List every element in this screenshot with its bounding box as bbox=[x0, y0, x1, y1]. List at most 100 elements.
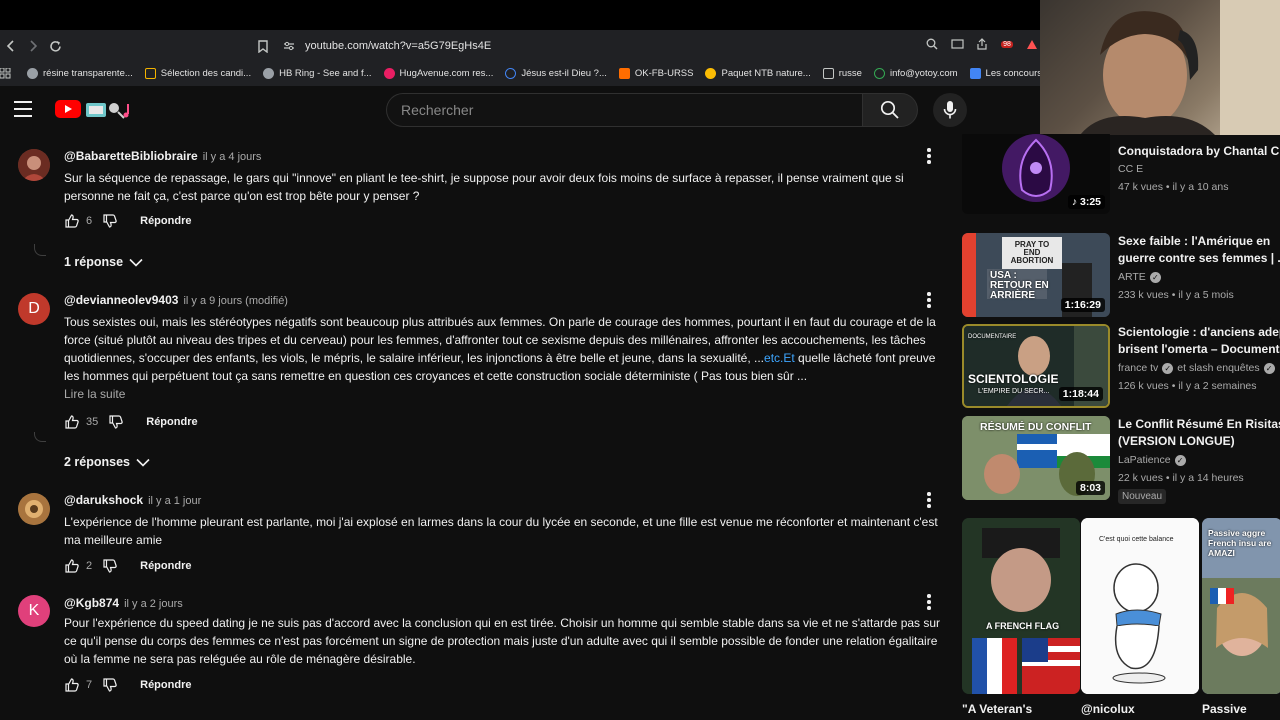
avatar[interactable] bbox=[18, 149, 50, 181]
verified-icon: ✓ bbox=[1263, 362, 1275, 374]
channel-text: CC E bbox=[1118, 163, 1144, 175]
avatar[interactable]: D bbox=[18, 293, 50, 325]
video-title[interactable]: Scientologie : d'anciens adept brisent l… bbox=[1118, 324, 1280, 358]
comment-time[interactable]: il y a 4 jours bbox=[203, 151, 262, 163]
dislike-button[interactable] bbox=[108, 414, 124, 430]
bookmark-item[interactable]: Sélection des candi... bbox=[144, 67, 252, 79]
video-thumbnail[interactable]: PRAY TO END ABORTION USA : RETOUR EN ARR… bbox=[962, 233, 1110, 317]
bookmark-label: russe bbox=[838, 67, 862, 79]
comment-text: L'expérience de l'homme pleurant est par… bbox=[64, 515, 938, 547]
video-title-line: Le Conflit Résumé En Risitas. bbox=[1118, 417, 1280, 431]
like-button[interactable] bbox=[64, 414, 80, 430]
like-button[interactable] bbox=[64, 213, 80, 229]
like-button[interactable] bbox=[64, 558, 80, 574]
bookmark-item[interactable]: russe bbox=[822, 67, 862, 79]
search-input[interactable] bbox=[401, 102, 863, 118]
short-title[interactable]: "A Veteran's bbox=[962, 702, 1032, 716]
video-thumbnail[interactable]: RÉSUMÉ DU CONFLIT 8:03 bbox=[962, 416, 1110, 500]
video-title[interactable]: Sexe faible : l'Amérique en guerre contr… bbox=[1118, 233, 1280, 267]
dislike-button[interactable] bbox=[102, 558, 118, 574]
short-item[interactable]: A FRENCH FLAG bbox=[962, 518, 1080, 694]
bookmarks-bar: résine transparente... Sélection des can… bbox=[0, 62, 1040, 84]
search-box[interactable] bbox=[386, 93, 863, 127]
read-more-button[interactable]: Lire la suite bbox=[64, 387, 125, 401]
comment-author[interactable]: @devianneolev9403 bbox=[64, 293, 178, 307]
youtube-header bbox=[0, 86, 1040, 134]
video-thumbnail[interactable]: ♪ 3:25 bbox=[962, 134, 1110, 214]
bookmark-item[interactable]: Jésus est-il Dieu ?... bbox=[505, 67, 607, 79]
comment-link[interactable]: etc.Et bbox=[764, 351, 795, 365]
show-replies-button[interactable]: 1 réponse bbox=[64, 255, 143, 269]
related-video-item[interactable]: PRAY TO END ABORTION USA : RETOUR EN ARR… bbox=[962, 233, 1280, 319]
channel-name[interactable]: CC E bbox=[1118, 163, 1143, 175]
short-title[interactable]: Passive bbox=[1202, 702, 1247, 716]
comment-more-button[interactable] bbox=[920, 593, 938, 611]
bookmark-item[interactable]: résine transparente... bbox=[27, 67, 133, 79]
forward-button[interactable] bbox=[22, 35, 44, 57]
reply-button[interactable]: Répondre bbox=[140, 679, 191, 691]
thumbs-down-icon bbox=[103, 214, 117, 228]
video-title[interactable]: Conquistadora by Chantal Cla bbox=[1118, 143, 1280, 160]
short-thumbnail-text: Passive aggre French insu are AMAZI bbox=[1208, 528, 1272, 558]
comment-more-button[interactable] bbox=[920, 147, 938, 165]
bookmark-star-button[interactable] bbox=[252, 35, 274, 57]
avatar[interactable] bbox=[18, 493, 50, 525]
address-bar-icons: 98 bbox=[924, 36, 1040, 52]
comment-more-button[interactable] bbox=[920, 291, 938, 309]
reply-button[interactable]: Répondre bbox=[140, 215, 191, 227]
bookmark-label: Sélection des candi... bbox=[160, 67, 252, 79]
doodle-logo-icon[interactable] bbox=[84, 100, 136, 120]
share-icon[interactable] bbox=[974, 36, 990, 52]
bookmark-label: résine transparente... bbox=[43, 67, 133, 79]
cast-icon[interactable] bbox=[949, 36, 965, 52]
related-video-item[interactable]: RÉSUMÉ DU CONFLIT 8:03 Le Conflit Résumé… bbox=[962, 416, 1280, 504]
reply-button[interactable]: Répondre bbox=[146, 416, 197, 428]
back-button[interactable] bbox=[0, 35, 22, 57]
video-meta: 233 k vues • il y a 5 mois bbox=[1118, 289, 1234, 301]
thumbs-up-icon bbox=[65, 559, 79, 573]
bookmark-item[interactable]: info@yotoy.com bbox=[873, 67, 958, 79]
comment-time[interactable]: il y a 2 jours bbox=[124, 598, 183, 610]
video-thumbnail[interactable]: DOCUMENTAIRE SCIENTOLOGIE L'EMPIRE DU SE… bbox=[962, 324, 1110, 408]
comment-author[interactable]: @darukshock bbox=[64, 493, 143, 507]
reply-button[interactable]: Répondre bbox=[140, 560, 191, 572]
site-settings-icon[interactable] bbox=[283, 41, 295, 51]
apps-grid-icon[interactable] bbox=[0, 65, 11, 81]
guide-menu-button[interactable] bbox=[12, 98, 34, 120]
reload-button[interactable] bbox=[44, 35, 66, 57]
voice-search-button[interactable] bbox=[933, 93, 967, 127]
video-title[interactable]: Le Conflit Résumé En Risitas. (VERSION L… bbox=[1118, 416, 1280, 450]
related-video-item[interactable]: DOCUMENTAIRE SCIENTOLOGIE L'EMPIRE DU SE… bbox=[962, 324, 1280, 410]
bookmark-item[interactable]: Paquet NTB nature... bbox=[705, 67, 811, 79]
comment-author[interactable]: @Kgb874 bbox=[64, 596, 119, 610]
zoom-icon[interactable] bbox=[924, 36, 940, 52]
comment-time[interactable]: il y a 1 jour bbox=[148, 495, 201, 507]
short-item[interactable]: C'est quoi cette balance bbox=[1081, 518, 1199, 694]
channel-name[interactable]: france tv ✓ et slash enquêtes ✓ bbox=[1118, 362, 1275, 374]
short-item[interactable]: Passive aggre French insu are AMAZI bbox=[1202, 518, 1280, 694]
dislike-button[interactable] bbox=[102, 213, 118, 229]
avatar-image bbox=[18, 149, 50, 181]
bookmark-item[interactable]: HB Ring - See and f... bbox=[263, 67, 372, 79]
extension-triangle-icon[interactable] bbox=[1024, 36, 1040, 52]
channel-name[interactable]: LaPatience ✓ bbox=[1118, 454, 1186, 466]
comment-author[interactable]: @BabaretteBibliobraire bbox=[64, 149, 198, 163]
bookmark-item[interactable]: Les concours d'aute... bbox=[969, 67, 1040, 79]
youtube-logo[interactable] bbox=[55, 100, 81, 118]
like-button[interactable] bbox=[64, 677, 80, 693]
comment-header: @BabaretteBibliobraire il y a 4 jours bbox=[64, 149, 261, 163]
related-video-item[interactable]: ♪ 3:25 Conquistadora by Chantal Cla CC E… bbox=[962, 134, 1280, 220]
bookmark-favicon-icon bbox=[705, 67, 717, 79]
search-button[interactable] bbox=[862, 93, 918, 127]
comment-more-button[interactable] bbox=[920, 491, 938, 509]
dislike-button[interactable] bbox=[102, 677, 118, 693]
show-replies-button[interactable]: 2 réponses bbox=[64, 455, 150, 469]
short-title[interactable]: @nicolux bbox=[1081, 702, 1135, 716]
bookmark-item[interactable]: HugAvenue.com res... bbox=[383, 67, 493, 79]
avatar[interactable]: K bbox=[18, 595, 50, 627]
bookmark-item[interactable]: OK-FB-URSS bbox=[618, 67, 693, 79]
thumbs-down-icon bbox=[103, 559, 117, 573]
channel-name[interactable]: ARTE ✓ bbox=[1118, 271, 1161, 283]
extension-badge-icon[interactable]: 98 bbox=[999, 36, 1015, 52]
comment-time[interactable]: il y a 9 jours (modifié) bbox=[183, 295, 288, 307]
